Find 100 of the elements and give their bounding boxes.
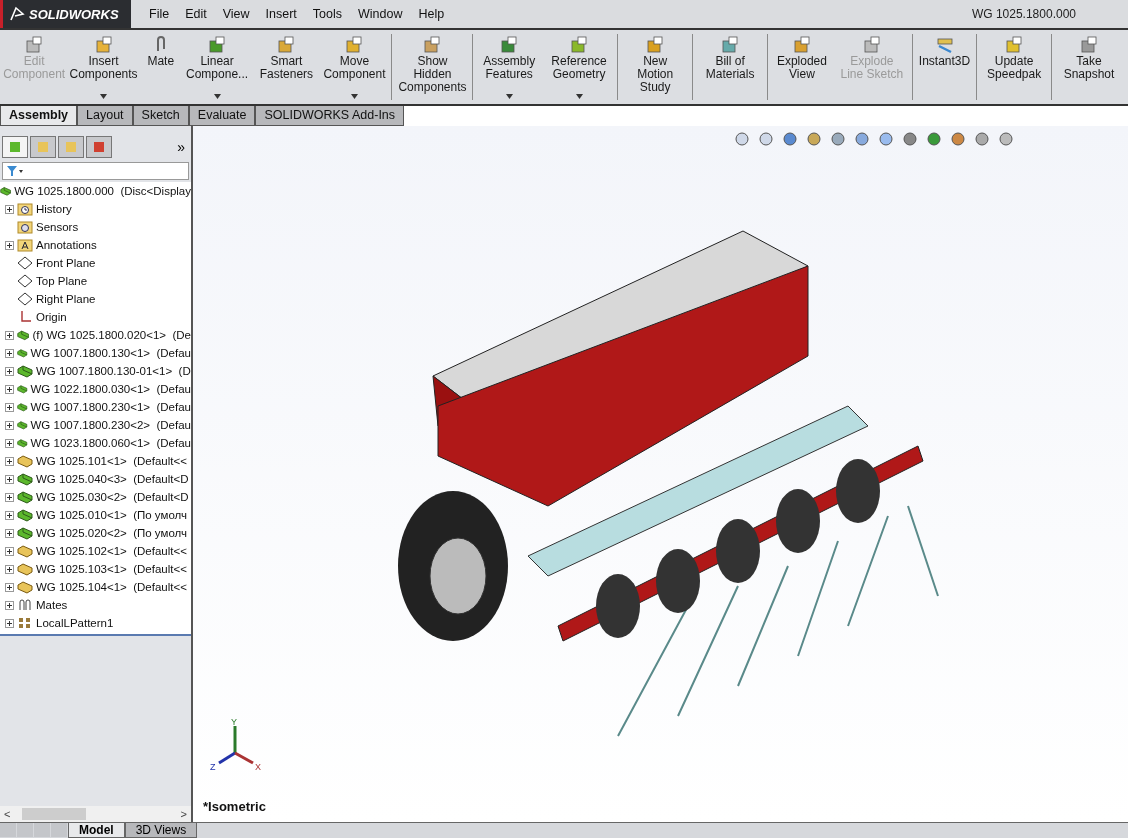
scroll-left-button[interactable]: < <box>0 808 15 820</box>
tree-item[interactable]: WG 1025.040<3> (Default<D <box>0 470 191 488</box>
view-tool-icon[interactable] <box>925 130 943 148</box>
ribbon-button[interactable]: Smart Fasteners <box>253 34 320 100</box>
tree-item[interactable]: (f) WG 1025.1800.020<1> (De <box>0 326 191 344</box>
expand-icon[interactable] <box>5 438 14 448</box>
ribbon-button[interactable]: Insert Components <box>66 34 141 100</box>
expand-icon[interactable] <box>5 582 14 592</box>
menu-item[interactable]: Window <box>350 7 411 21</box>
expand-icon[interactable] <box>5 204 14 214</box>
view-tool-icon[interactable] <box>877 130 895 148</box>
view-tool-icon[interactable] <box>901 130 919 148</box>
part-icon <box>17 544 33 558</box>
document-title: WG 1025.1800.000 <box>971 7 1076 21</box>
ribbon-button[interactable]: Mate <box>140 34 181 100</box>
plane-icon <box>17 292 33 306</box>
tree-item[interactable]: WG 1025.102<1> (Default<< <box>0 542 191 560</box>
ribbon-button[interactable]: Exploded View <box>770 34 834 100</box>
expand-icon[interactable] <box>5 546 14 556</box>
scroll-right-button[interactable]: > <box>176 808 191 820</box>
ribbon-button[interactable]: Instant3D <box>914 34 975 100</box>
ribbon-tab[interactable]: SOLIDWORKS Add-Ins <box>255 106 405 126</box>
expand-icon[interactable] <box>5 366 14 376</box>
view-tool-icon[interactable] <box>853 130 871 148</box>
ribbon-button[interactable]: Bill of Materials <box>695 34 766 100</box>
tree-item[interactable]: Front Plane <box>0 254 191 272</box>
tree-item[interactable]: WG 1025.103<1> (Default<< <box>0 560 191 578</box>
panel-tab[interactable]: Model <box>68 823 125 838</box>
expand-icon[interactable] <box>5 456 14 466</box>
expand-icon[interactable] <box>5 492 14 502</box>
tree-item[interactable]: WG 1025.030<2> (Default<D <box>0 488 191 506</box>
ribbon-button[interactable]: Show Hidden Components <box>394 34 471 100</box>
panel-tab[interactable]: 3D Views <box>124 823 198 838</box>
tree-item[interactable]: Top Plane <box>0 272 191 290</box>
tree-item[interactable]: Right Plane <box>0 290 191 308</box>
ribbon-button[interactable]: Take Snapshot <box>1054 34 1124 100</box>
tree-item[interactable]: WG 1023.1800.060<1> (Defau <box>0 434 191 452</box>
menu-item[interactable]: Tools <box>304 7 351 21</box>
property-tab[interactable] <box>30 136 56 158</box>
expand-icon[interactable] <box>5 618 14 628</box>
expand-icon[interactable] <box>5 474 14 484</box>
tree-item[interactable]: WG 1007.1800.230<2> (Defau <box>0 416 191 434</box>
scrollbar-thumb[interactable] <box>22 808 87 820</box>
view-tool-icon[interactable] <box>829 130 847 148</box>
menu-item[interactable]: File <box>141 7 178 21</box>
menu-item[interactable]: Insert <box>257 7 305 21</box>
view-tool-icon[interactable] <box>757 130 775 148</box>
view-tool-icon[interactable] <box>733 130 751 148</box>
assembly-icon <box>17 346 28 360</box>
expand-icon[interactable] <box>5 330 14 340</box>
ribbon-button[interactable]: Linear Compone... <box>180 34 254 100</box>
tree-item[interactable]: LocalLPattern1 <box>0 614 191 632</box>
expand-icon[interactable] <box>5 402 14 412</box>
tree-item[interactable]: WG 1025.101<1> (Default<< <box>0 452 191 470</box>
expand-icon[interactable] <box>5 240 14 250</box>
tree-item[interactable]: WG 1025.104<1> (Default<< <box>0 578 191 596</box>
tree-item[interactable]: WG 1025.1800.000 (Disc<Display <box>0 182 191 200</box>
ribbon-button[interactable]: Reference Geometry <box>542 34 616 100</box>
menu-item[interactable]: View <box>214 7 258 21</box>
expand-icon[interactable] <box>5 564 14 574</box>
view-tool-icon[interactable] <box>781 130 799 148</box>
view-tool-icon[interactable] <box>973 130 991 148</box>
expand-button[interactable]: » <box>177 139 189 155</box>
menu-item[interactable]: Help <box>410 7 453 21</box>
filter-field[interactable] <box>2 162 189 180</box>
tree-item[interactable]: WG 1022.1800.030<1> (Defau <box>0 380 191 398</box>
ribbon-button[interactable]: Move Component <box>319 34 390 100</box>
ribbon-tab[interactable]: Evaluate <box>188 106 256 126</box>
ribbon-tab[interactable]: Sketch <box>132 106 189 126</box>
configuration-tab[interactable] <box>58 136 84 158</box>
ribbon-button[interactable]: New Motion Study <box>620 34 691 100</box>
ribbon-tab[interactable]: Assembly <box>0 106 78 126</box>
appearance-tab[interactable] <box>86 136 112 158</box>
view-tool-icon[interactable] <box>805 130 823 148</box>
tree-item[interactable]: Annotations <box>0 236 191 254</box>
tree-item[interactable]: WG 1007.1800.230<1> (Defau <box>0 398 191 416</box>
tree-item[interactable]: Mates <box>0 596 191 614</box>
ribbon-button[interactable]: Update Speedpak <box>979 34 1050 100</box>
tree-item[interactable]: Sensors <box>0 218 191 236</box>
expand-icon[interactable] <box>5 600 14 610</box>
tree-item[interactable]: WG 1007.1800.130-01<1> (D <box>0 362 191 380</box>
ribbon-button[interactable]: Assembly Features <box>475 34 543 100</box>
view-tool-icon[interactable] <box>997 130 1015 148</box>
tree-item[interactable]: Origin <box>0 308 191 326</box>
feature-tree-tab[interactable] <box>2 136 28 158</box>
menu-item[interactable]: Edit <box>177 7 215 21</box>
tree-item[interactable]: History <box>0 200 191 218</box>
expand-icon[interactable] <box>5 384 14 394</box>
expand-icon[interactable] <box>5 510 14 520</box>
tree-item[interactable]: WG 1025.010<1> (По умолч <box>0 506 191 524</box>
expand-icon[interactable] <box>5 420 14 430</box>
pattern-icon <box>17 616 33 630</box>
ribbon-tab[interactable]: Layout <box>77 106 133 126</box>
tree-item[interactable]: WG 1025.020<2> (По умолч <box>0 524 191 542</box>
expand-icon[interactable] <box>5 528 14 538</box>
assembly-icon <box>0 184 12 198</box>
tree-item[interactable]: WG 1007.1800.130<1> (Defau <box>0 344 191 362</box>
expand-icon[interactable] <box>5 348 14 358</box>
view-tool-icon[interactable] <box>949 130 967 148</box>
caret-icon <box>213 94 221 99</box>
